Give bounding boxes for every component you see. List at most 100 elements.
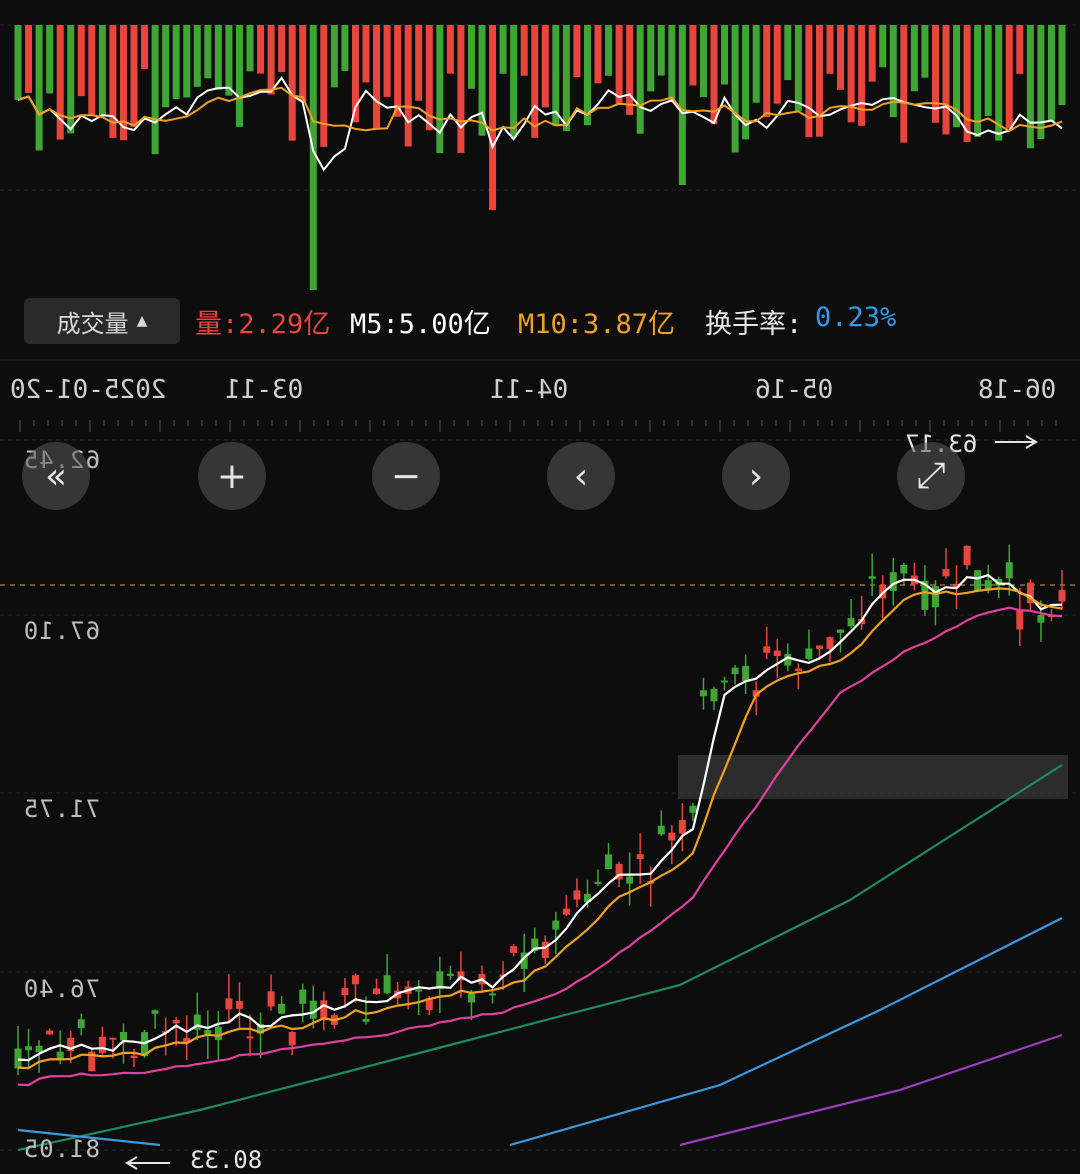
ma10-volume: M10:3.87亿 [518,309,676,340]
candle-body [541,941,549,958]
candle-body [773,650,781,657]
volume-bar [668,25,676,101]
volume-bar [499,25,507,74]
candle-body [510,946,518,953]
expand-icon: ⤢ [916,455,946,496]
volume-bar [1058,25,1066,106]
volume-bar [910,25,918,92]
indicator-selector[interactable]: 成交量 ▲ [24,298,180,344]
volume-bar [162,25,170,108]
volume-bar [689,25,697,86]
candle-body [299,989,307,1004]
candle-body [225,998,233,1010]
volume-bar [267,25,275,95]
scroll-left-button[interactable]: ‹ [547,442,615,510]
volume-bar [942,25,950,135]
candle-body [815,645,823,649]
price-label-3: 67.10 [22,617,100,645]
price-label-1: 76.40 [22,975,100,1003]
candle-body [172,1020,180,1024]
candle-body [889,572,897,591]
candle-body [46,1030,54,1035]
candle-body [573,890,581,900]
candle-body [742,665,750,681]
volume-bar [457,25,465,153]
ma20-line [17,606,1063,1087]
volume-bar [699,25,707,98]
candle-body [351,975,359,985]
ma120-line [509,917,1063,1147]
plus-icon: + [216,455,248,497]
zoom-out-button[interactable]: − [372,442,440,510]
candle-body [235,1001,243,1009]
volume-bar [14,25,22,100]
volume-bar [531,25,539,138]
candle-body [373,988,381,994]
volume-bar [984,25,992,116]
candle-body [699,690,707,697]
candle-body [130,1055,138,1059]
volume-bar [541,25,549,108]
volume-bar [773,25,781,104]
indicator-selector-label: 成交量 [56,309,129,338]
collapse-left-button[interactable]: « [22,442,90,510]
candle-body [98,1036,106,1053]
fullscreen-button[interactable]: ⤢ [897,442,965,510]
volume-bar [299,25,307,102]
volume-bar [341,25,349,71]
date-label-4: 06-18 [978,375,1057,405]
volume-bar [900,25,908,143]
volume-bar [657,25,665,76]
volume-bar [858,25,866,126]
volume-bar [826,25,834,74]
volume-bar [647,25,655,92]
candle-body [731,667,739,675]
candle-body [605,854,613,869]
volume-bar [794,25,802,111]
volume-bar [362,25,370,83]
volume-bar [278,25,286,73]
candle-body [109,1037,117,1040]
scroll-right-button[interactable]: › [722,442,790,510]
volume-bar [257,25,265,74]
volume-bar [141,25,149,69]
volume-bar [763,25,771,118]
candle-body [657,825,665,835]
volume-bar [288,25,296,141]
candle-body [942,569,950,577]
volume-bar [415,25,423,101]
double-chevron-icon: « [44,455,68,497]
volume-bar [214,25,222,90]
volume-bar [25,25,33,94]
volume-bar [204,25,212,79]
volume-bar [467,25,475,89]
candle-body [415,989,423,992]
volume-bar [172,25,180,100]
volume-bar [721,25,729,85]
candle-body [847,618,855,627]
candle-body [14,1048,22,1069]
volume-bar [510,25,518,137]
kline-chart[interactable] [0,0,1080,1174]
volume-bar [151,25,159,155]
candle-body [763,646,771,653]
volume-bar [394,25,402,117]
candle-body [1005,562,1013,579]
volume-bar [626,25,634,115]
candle-body [552,920,560,930]
candle-body [710,688,718,702]
volume-bar [383,25,391,97]
volume-bar [752,25,760,103]
candle-body [278,1003,286,1014]
date-label-1: 03-11 [225,375,304,405]
volume-bar [309,25,317,290]
candle-body [626,876,634,884]
candle-body [320,1000,328,1020]
volume-bar [446,25,454,74]
volume-bar [963,25,971,143]
volume-bar [921,25,929,78]
volume-bar [573,25,581,78]
volume-bar [235,25,243,127]
volume-bar [636,25,644,134]
zoom-in-button[interactable]: + [198,442,266,510]
